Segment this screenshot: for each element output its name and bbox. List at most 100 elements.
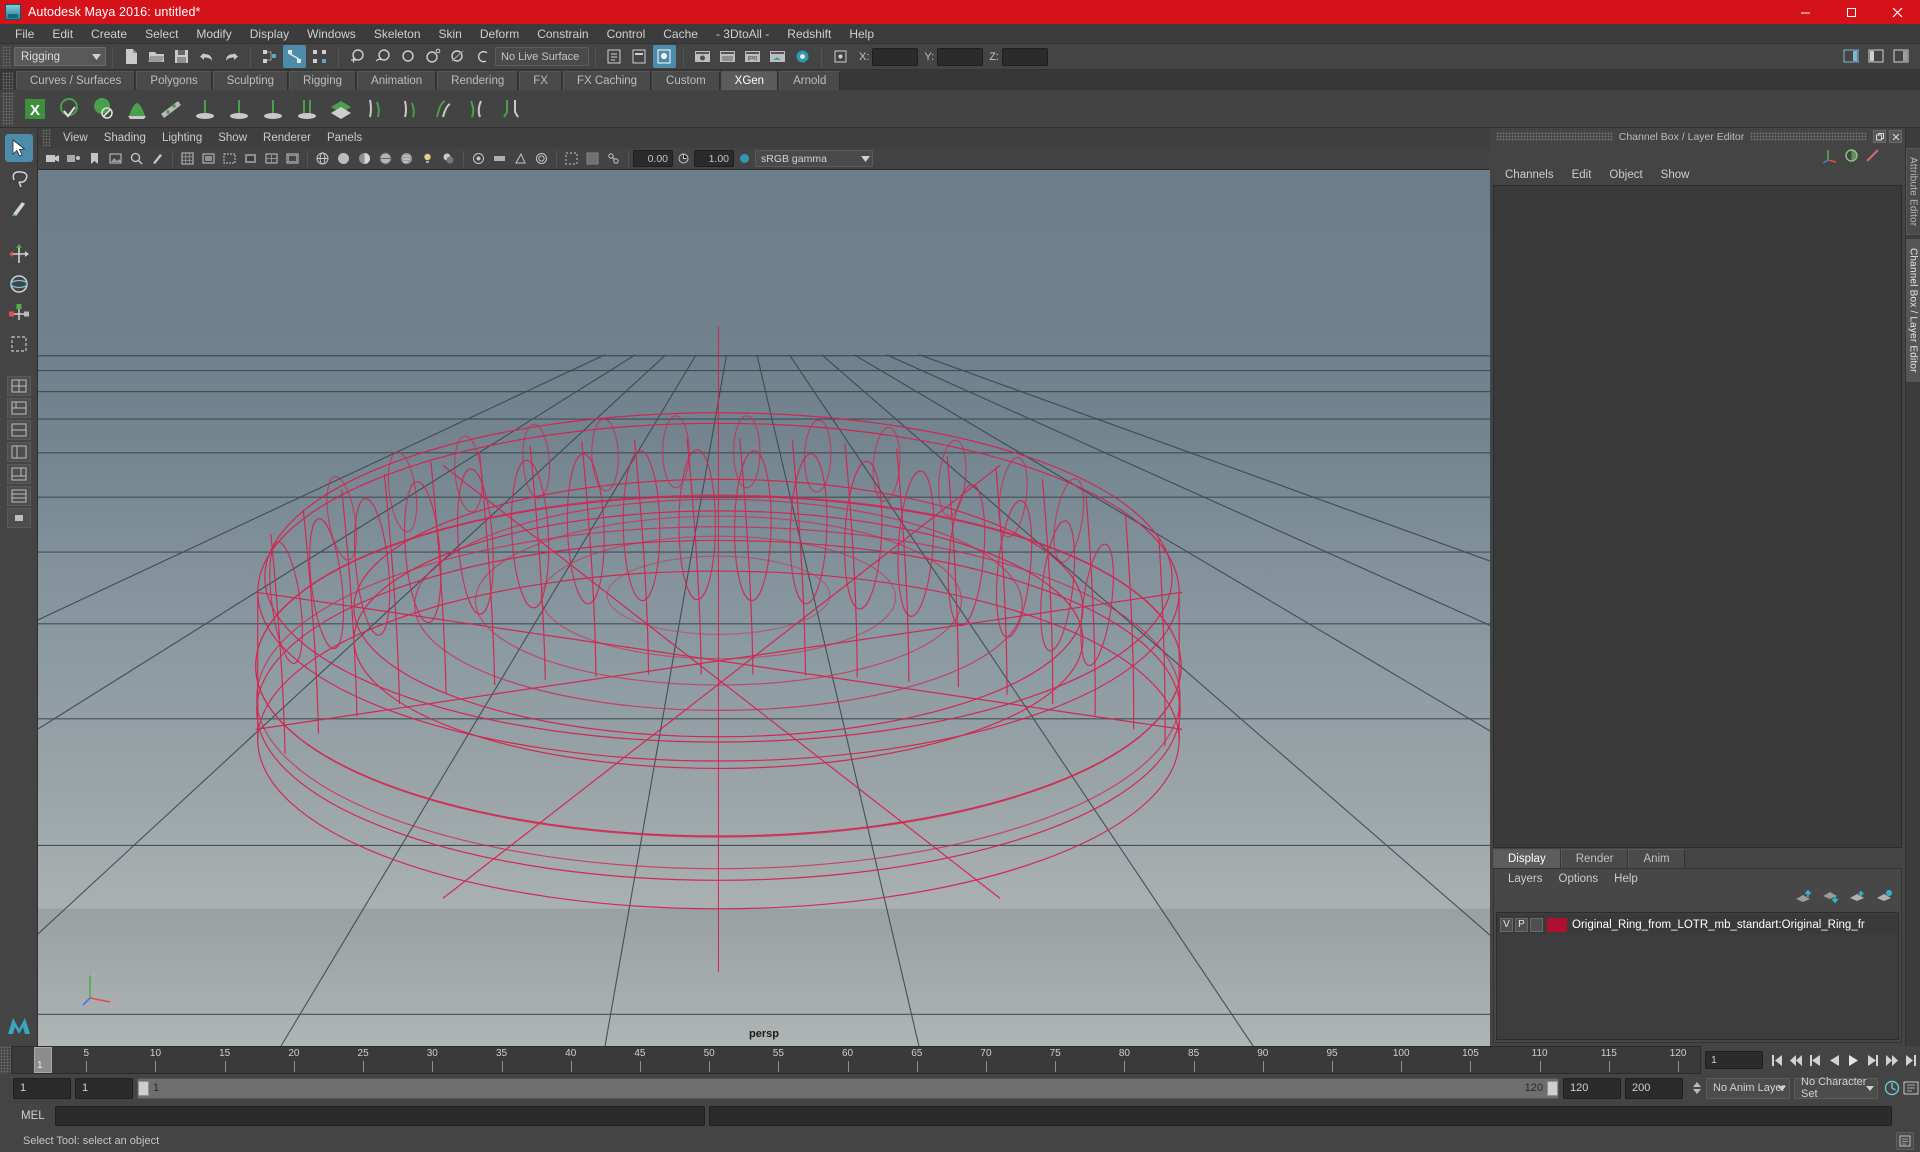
wireframe-on-shaded-icon[interactable] xyxy=(376,149,395,168)
use-all-lights-icon[interactable] xyxy=(418,149,437,168)
safe-action-icon[interactable] xyxy=(283,149,302,168)
panel-menu-shading[interactable]: Shading xyxy=(96,130,154,146)
panel-menu-renderer[interactable]: Renderer xyxy=(255,130,319,146)
new-scene-icon[interactable] xyxy=(120,45,143,68)
menu-help[interactable]: Help xyxy=(840,25,883,43)
undo-icon[interactable] xyxy=(195,45,218,68)
isolate-select-icon[interactable] xyxy=(562,149,581,168)
shelf-tab-polygons[interactable]: Polygons xyxy=(136,71,212,90)
time-slider[interactable]: 1 5 10 15 20 25 30 35 40 45 50 55 60 65 … xyxy=(11,1046,1701,1074)
go-to-start-icon[interactable] xyxy=(1768,1051,1787,1070)
smooth-shade-selected-icon[interactable] xyxy=(355,149,374,168)
xgen-render-icon[interactable] xyxy=(87,93,119,125)
layer-playback-toggle[interactable]: P xyxy=(1515,917,1528,932)
attribute-editor-icon[interactable] xyxy=(1842,146,1861,165)
coord-z-field[interactable] xyxy=(1001,47,1048,66)
anim-layer-icon[interactable] xyxy=(1863,146,1882,165)
layer-new-from-selected-icon[interactable] xyxy=(1876,889,1893,909)
snap-to-grid-icon[interactable] xyxy=(346,45,369,68)
vtab-attribute-editor[interactable]: Attribute Editor xyxy=(1905,148,1920,236)
gamma-field[interactable]: 1.00 xyxy=(694,150,734,167)
exposure-field[interactable]: 0.00 xyxy=(633,150,673,167)
shelf-tab-sculpting[interactable]: Sculpting xyxy=(212,71,289,90)
shelf-tab-arnold[interactable]: Arnold xyxy=(779,71,841,90)
menu-skeleton[interactable]: Skeleton xyxy=(365,25,430,43)
statusbar-gripper[interactable] xyxy=(2,45,11,68)
menuset-dropdown[interactable]: Rigging xyxy=(14,47,106,66)
layer-list-item[interactable]: V P Original_Ring_from_LOTR_mb_standart:… xyxy=(1497,915,1898,934)
help-line-icon[interactable] xyxy=(1896,1132,1914,1150)
playback-start-time-field[interactable]: 1 xyxy=(75,1077,133,1099)
menu-create[interactable]: Create xyxy=(82,25,136,43)
panel-menu-show[interactable]: Show xyxy=(210,130,255,146)
open-scene-icon[interactable] xyxy=(145,45,168,68)
command-input-field[interactable] xyxy=(54,1106,705,1126)
select-by-component-icon[interactable] xyxy=(308,45,331,68)
outliner-persp-layout-icon[interactable] xyxy=(6,442,31,462)
range-stepper-icon[interactable] xyxy=(1687,1079,1706,1098)
shelf-tab-rendering[interactable]: Rendering xyxy=(437,71,519,90)
menu-edit[interactable]: Edit xyxy=(43,25,82,43)
axis-gizmo-icon[interactable] xyxy=(1821,146,1840,165)
panel-menu-lighting[interactable]: Lighting xyxy=(154,130,210,146)
show-channel-box-icon[interactable] xyxy=(653,45,676,68)
layer-shading-toggle[interactable] xyxy=(1530,917,1543,932)
maximize-button[interactable] xyxy=(1828,0,1874,24)
image-plane-icon[interactable] xyxy=(106,149,125,168)
layer-color-swatch[interactable] xyxy=(1547,917,1567,932)
current-frame-field[interactable]: 1 xyxy=(1705,1051,1763,1069)
shelf-tab-rigging[interactable]: Rigging xyxy=(289,71,357,90)
animation-preferences-icon[interactable] xyxy=(1901,1079,1920,1098)
range-end-handle[interactable] xyxy=(1547,1080,1558,1096)
perspective-viewport[interactable]: y x z persp xyxy=(38,170,1490,1046)
menu-cache[interactable]: Cache xyxy=(654,25,707,43)
channel-box-content[interactable] xyxy=(1493,185,1902,848)
layer-menu-options[interactable]: Options xyxy=(1551,871,1607,887)
time-slider-gripper[interactable] xyxy=(0,1046,11,1074)
menu-file[interactable]: File xyxy=(6,25,43,43)
menu-deform[interactable]: Deform xyxy=(471,25,528,43)
xgen-guide-icon[interactable] xyxy=(155,93,187,125)
last-tool-used-icon[interactable] xyxy=(5,330,33,358)
twoD-pan-zoom-icon[interactable] xyxy=(127,149,146,168)
motion-blur-icon[interactable] xyxy=(490,149,509,168)
live-surface-field[interactable]: No Live Surface xyxy=(495,47,589,66)
menu-windows[interactable]: Windows xyxy=(298,25,365,43)
two-pane-stacked-layout-icon[interactable] xyxy=(6,420,31,440)
smooth-shade-all-icon[interactable] xyxy=(334,149,353,168)
coord-x-field[interactable] xyxy=(872,47,919,66)
snap-to-projected-center-icon[interactable] xyxy=(421,45,444,68)
sidebar-channel-box-icon[interactable] xyxy=(1890,45,1913,68)
xgen-groom-mask-icon[interactable] xyxy=(495,93,527,125)
character-set-dropdown[interactable]: No Character Set xyxy=(1794,1076,1878,1100)
go-to-end-icon[interactable] xyxy=(1901,1051,1920,1070)
persp-toggle-layout-icon[interactable] xyxy=(6,508,31,528)
menu-3dtoall[interactable]: - 3DtoAll - xyxy=(707,25,778,43)
shelf-gripper[interactable] xyxy=(2,72,13,90)
save-scene-icon[interactable] xyxy=(170,45,193,68)
shelf-tab-custom[interactable]: Custom xyxy=(652,71,720,90)
gamma-reset-icon[interactable] xyxy=(735,149,754,168)
panel-menu-view[interactable]: View xyxy=(55,130,96,146)
layer-move-up-icon[interactable] xyxy=(1795,889,1812,909)
select-by-hierarchy-icon[interactable] xyxy=(258,45,281,68)
channelbox-menu-object[interactable]: Object xyxy=(1600,167,1651,183)
anim-layer-dropdown[interactable]: No Anim Layer xyxy=(1706,1077,1790,1099)
xgen-noise-icon[interactable] xyxy=(223,93,255,125)
snap-to-curve-icon[interactable] xyxy=(371,45,394,68)
four-view-layout-icon[interactable] xyxy=(6,376,31,396)
single-perspective-layout-icon[interactable] xyxy=(6,398,31,418)
transform-pivot-icon[interactable] xyxy=(829,45,852,68)
show-attribute-editor-icon[interactable] xyxy=(628,45,651,68)
play-backward-icon[interactable] xyxy=(1825,1051,1844,1070)
minimize-button[interactable] xyxy=(1782,0,1828,24)
vtab-channel-box-layer-editor[interactable]: Channel Box / Layer Editor xyxy=(1905,239,1920,383)
shelf-tab-animation[interactable]: Animation xyxy=(357,71,437,90)
paint-select-icon[interactable] xyxy=(5,194,33,222)
exposure-reset-icon[interactable] xyxy=(674,149,693,168)
xgen-logo-icon[interactable]: X xyxy=(19,93,51,125)
display-layer-list[interactable]: V P Original_Ring_from_LOTR_mb_standart:… xyxy=(1496,912,1899,1040)
xgen-groom-length-icon[interactable] xyxy=(427,93,459,125)
xgen-description-icon[interactable] xyxy=(121,93,153,125)
scale-tool-icon[interactable] xyxy=(5,300,33,328)
